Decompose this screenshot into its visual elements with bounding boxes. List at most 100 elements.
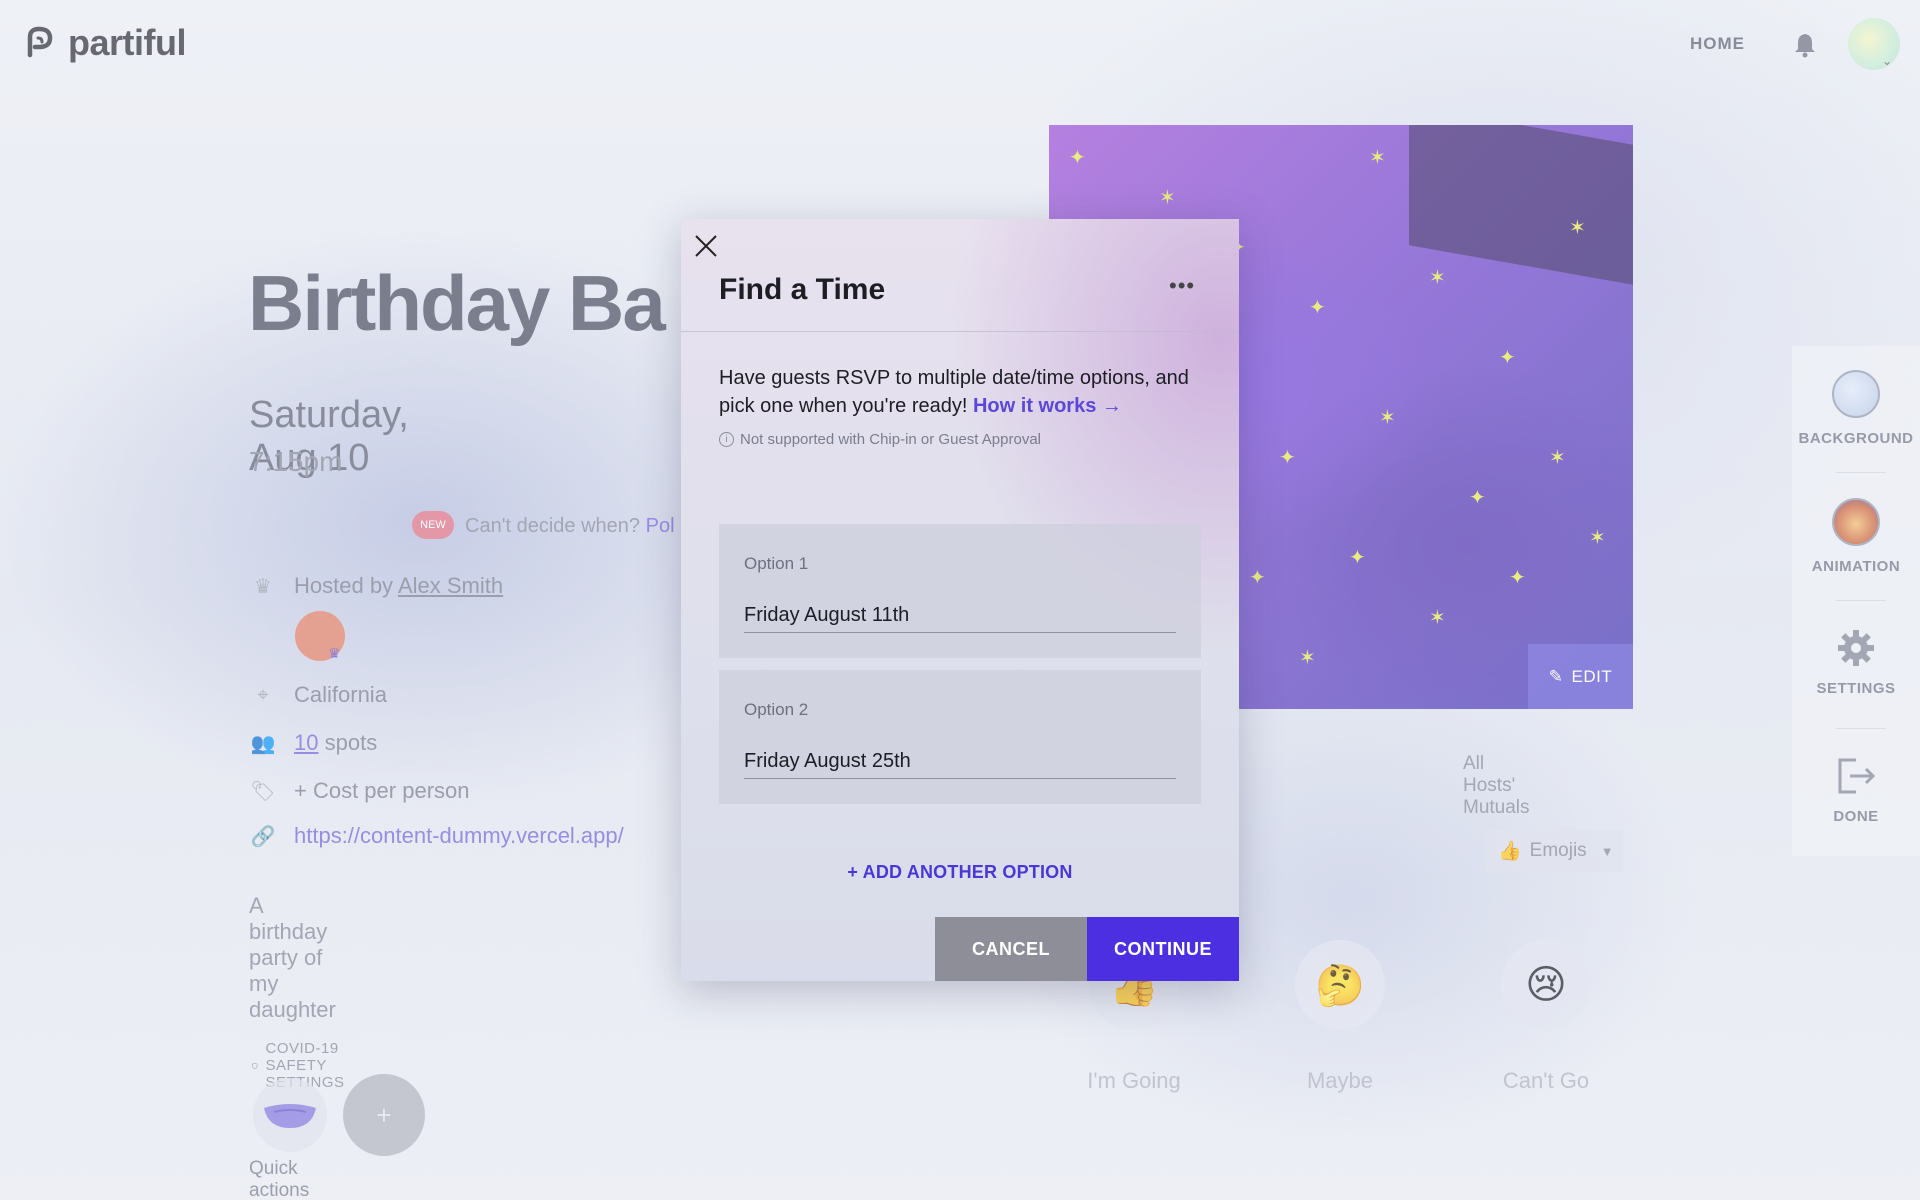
crown-icon: ♛: [254, 575, 272, 598]
location-text: California: [294, 682, 387, 707]
add-safety-button[interactable]: +: [343, 1074, 425, 1156]
confetti: ✶: [1379, 407, 1396, 429]
option-label: Option 2: [744, 700, 809, 719]
confetti: ✦: [1509, 567, 1526, 589]
host-row: ♛ Hosted by Alex Smith: [250, 573, 503, 599]
divider: [1836, 472, 1886, 473]
event-time[interactable]: 7:15pm: [249, 446, 342, 478]
cancel-button[interactable]: CANCEL: [935, 917, 1087, 981]
done-label: DONE: [1833, 808, 1879, 825]
confetti: ✦: [1469, 487, 1486, 509]
confetti: ✶: [1569, 217, 1586, 239]
poll-link[interactable]: Pol: [646, 515, 675, 537]
rsvp-maybe[interactable]: 🤔 Maybe: [1240, 940, 1440, 1094]
cant-decide-text: Can't decide when?: [465, 515, 641, 537]
confetti: ✶: [1589, 527, 1606, 549]
background-swatch-icon: [1832, 370, 1880, 418]
cant-decide-prompt: Can't decide when? Pol: [465, 515, 675, 538]
thinking-emoji-icon: 🤔: [1295, 940, 1385, 1030]
partiful-logo-icon: [27, 26, 53, 58]
user-avatar[interactable]: [1848, 18, 1900, 70]
option-card: Option 2: [719, 670, 1201, 804]
add-another-option-button[interactable]: + ADD ANOTHER OPTION: [681, 862, 1239, 883]
gear-icon: [1838, 630, 1874, 666]
event-description[interactable]: A birthday party of my daughter: [249, 893, 336, 1023]
cover-shadow: [1409, 125, 1633, 285]
divider: [681, 331, 1239, 332]
confetti: ✶: [1369, 147, 1386, 169]
confetti: ✦: [1309, 297, 1326, 319]
tag-icon: 🏷: [250, 780, 276, 803]
nav-home-link[interactable]: HOME: [1690, 34, 1745, 54]
location-icon: ⌖: [257, 683, 269, 706]
find-a-time-modal: Find a Time ••• Have guests RSVP to mult…: [681, 219, 1239, 981]
logo-text: partiful: [68, 22, 187, 63]
confetti: ✶: [1429, 607, 1446, 629]
logo[interactable]: partiful: [24, 22, 187, 64]
info-icon: i: [719, 432, 734, 447]
mask-icon: [264, 1104, 316, 1128]
rsvp-going-label: I'm Going: [1087, 1068, 1181, 1093]
animation-button[interactable]: ANIMATION: [1792, 498, 1920, 575]
divider: [1836, 728, 1886, 729]
rsvp-cant-go-label: Can't Go: [1502, 1068, 1590, 1093]
emoji-select-label: Emojis: [1529, 840, 1587, 861]
settings-label: SETTINGS: [1816, 680, 1896, 697]
edit-label: EDIT: [1571, 666, 1613, 686]
edit-cover-button[interactable]: ✎ EDIT: [1528, 644, 1633, 709]
confetti: ✶: [1159, 187, 1176, 209]
more-icon[interactable]: •••: [1169, 273, 1195, 299]
event-title[interactable]: Birthday Ba: [248, 258, 666, 349]
done-button[interactable]: DONE: [1792, 756, 1920, 825]
top-bar: partiful HOME ⌄: [0, 0, 1920, 90]
host-name-link[interactable]: Alex Smith: [398, 573, 503, 598]
modal-note: i Not supported with Chip-in or Guest Ap…: [719, 431, 1041, 448]
thumbs-up-icon: 👍: [1498, 841, 1522, 862]
people-icon: 👥: [250, 732, 276, 755]
chevron-down-icon[interactable]: ⌄: [1882, 54, 1892, 68]
option-input[interactable]: [744, 599, 1176, 633]
confetti: ✶: [1429, 267, 1446, 289]
option-input[interactable]: [744, 745, 1176, 779]
confetti: ✶: [1549, 447, 1566, 469]
modal-description: Have guests RSVP to multiple date/time o…: [719, 364, 1209, 420]
location-row[interactable]: ⌖ California: [250, 682, 387, 708]
settings-button[interactable]: SETTINGS: [1792, 628, 1920, 697]
background-label: BACKGROUND: [1798, 430, 1914, 447]
rsvp-cant-go[interactable]: 😢 Can't Go: [1446, 940, 1646, 1094]
background-button[interactable]: BACKGROUND: [1792, 370, 1920, 447]
option-card: Option 1: [719, 524, 1201, 658]
animation-label: ANIMATION: [1811, 558, 1901, 575]
edit-icon: ✎: [1548, 666, 1564, 686]
spots-count[interactable]: 10: [294, 730, 318, 755]
hosted-by-label: Hosted by Alex Smith: [294, 573, 503, 599]
exit-icon: [1838, 758, 1876, 794]
cost-row[interactable]: 🏷 + Cost per person: [250, 778, 469, 804]
spots-suffix: spots: [324, 730, 378, 755]
link-icon: 🔗: [250, 825, 276, 848]
how-it-works-link[interactable]: How it works →: [973, 395, 1122, 417]
spots-row[interactable]: 👥 10 spots: [250, 730, 378, 756]
bell-icon[interactable]: [1793, 32, 1817, 58]
close-icon[interactable]: [693, 233, 719, 259]
event-link[interactable]: https://content-dummy.vercel.app/: [294, 823, 624, 849]
quick-actions-label: Quick actions for hosts: [249, 1158, 310, 1200]
continue-button[interactable]: CONTINUE: [1087, 917, 1239, 981]
confetti: ✦: [1069, 147, 1086, 169]
mask-button[interactable]: [253, 1078, 327, 1152]
confetti: ✦: [1349, 547, 1366, 569]
new-badge: NEW: [412, 511, 454, 539]
divider: [1836, 600, 1886, 601]
modal-note-text: Not supported with Chip-in or Guest Appr…: [740, 431, 1041, 448]
rsvp-maybe-label: Maybe: [1306, 1068, 1374, 1093]
hosted-by-prefix: Hosted by: [294, 573, 394, 598]
confetti: ✦: [1499, 347, 1516, 369]
modal-title: Find a Time: [719, 273, 886, 306]
sad-emoji-icon: 😢: [1501, 940, 1591, 1030]
confetti: ✦: [1249, 567, 1266, 589]
animation-swatch-icon: [1832, 498, 1880, 546]
mutuals-label[interactable]: All Hosts' Mutuals: [1463, 753, 1530, 819]
link-row[interactable]: 🔗 https://content-dummy.vercel.app/: [250, 823, 624, 849]
emoji-select[interactable]: 👍 Emojis ▼: [1486, 830, 1623, 872]
spots-text: 10 spots: [294, 730, 377, 756]
